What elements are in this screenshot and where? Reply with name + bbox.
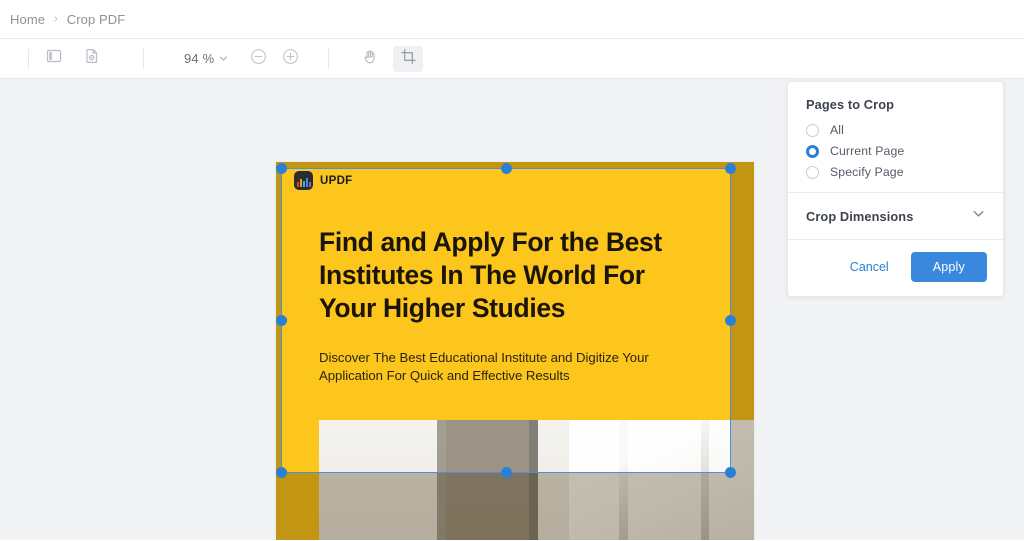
chevron-down-icon[interactable] (219, 54, 228, 63)
hand-tool-button[interactable] (355, 46, 385, 72)
radio-label-specify-page: Specify Page (830, 165, 904, 179)
hand-icon (362, 48, 379, 70)
plus-circle-icon (282, 48, 299, 70)
document-headline: Find and Apply For the Best Institutes I… (319, 227, 662, 323)
radio-option-current-page[interactable]: Current Page (806, 144, 985, 158)
crop-icon (400, 48, 417, 70)
panel-action-row: Cancel Apply (788, 240, 1003, 296)
crop-dimensions-accordion[interactable]: Crop Dimensions (788, 193, 1003, 239)
pages-to-crop-section: Pages to Crop All Current Page Specify P… (788, 82, 1003, 192)
crop-handle-top-right[interactable] (725, 163, 736, 174)
crop-dimensions-label: Crop Dimensions (806, 208, 914, 224)
updf-brand-name: UPDF (320, 174, 353, 187)
pdf-page[interactable]: UPDF Find and Apply For the Best Institu… (276, 162, 754, 540)
breadcrumb-separator-icon: › (54, 13, 58, 25)
sidebar-panel-icon (46, 48, 62, 69)
crop-handle-bottom-right[interactable] (725, 467, 736, 478)
radio-icon-current-page[interactable] (806, 144, 819, 158)
zoom-in-button[interactable] (277, 46, 303, 72)
radio-option-specify-page[interactable]: Specify Page (806, 165, 985, 179)
radio-label-all: All (830, 123, 844, 137)
apply-button[interactable]: Apply (910, 252, 987, 282)
radio-icon-specify-page[interactable] (806, 165, 819, 179)
minus-circle-icon (250, 48, 267, 70)
document-logo-row: UPDF (276, 162, 754, 190)
toolbar-divider-3 (328, 48, 330, 69)
toolbar: 94 % (0, 39, 1024, 79)
document-canvas: UPDF Find and Apply For the Best Institu… (0, 79, 1024, 540)
radio-option-all[interactable]: All (806, 123, 985, 137)
radio-icon-all[interactable] (806, 123, 819, 137)
crop-handle-bottom-left[interactable] (276, 467, 287, 478)
breadcrumb: Home › Crop PDF (0, 0, 1024, 39)
crop-handle-top-left[interactable] (276, 163, 287, 174)
sidebar-panel-toggle-button[interactable] (39, 46, 69, 72)
breadcrumb-home[interactable]: Home (10, 12, 45, 27)
radio-label-current-page: Current Page (830, 144, 905, 158)
toolbar-divider-2 (143, 48, 144, 69)
toolbar-divider-1 (28, 48, 29, 69)
crop-handle-middle-left[interactable] (276, 315, 287, 326)
crop-options-panel: Pages to Crop All Current Page Specify P… (787, 81, 1004, 297)
zoom-level-value[interactable]: 94 % (184, 51, 214, 66)
crop-handle-top-center[interactable] (500, 163, 512, 174)
pages-to-crop-title: Pages to Crop (806, 97, 895, 112)
page-settings-icon (84, 48, 100, 69)
zoom-out-button[interactable] (245, 46, 271, 72)
page-settings-button[interactable] (77, 46, 107, 72)
document-text-block: Find and Apply For the Best Institutes I… (276, 190, 754, 385)
crop-tool-button[interactable] (393, 45, 424, 72)
cancel-button[interactable]: Cancel (842, 254, 897, 280)
document-subheadline: Discover The Best Educational Institute … (319, 349, 649, 383)
crop-handle-middle-right[interactable] (725, 315, 736, 326)
updf-logo-icon (294, 171, 313, 190)
crop-handle-bottom-center[interactable] (500, 467, 512, 478)
chevron-down-icon[interactable] (972, 207, 985, 225)
document-photo (319, 420, 754, 540)
zoom-controls: 94 % (184, 46, 306, 72)
breadcrumb-current: Crop PDF (66, 11, 126, 27)
